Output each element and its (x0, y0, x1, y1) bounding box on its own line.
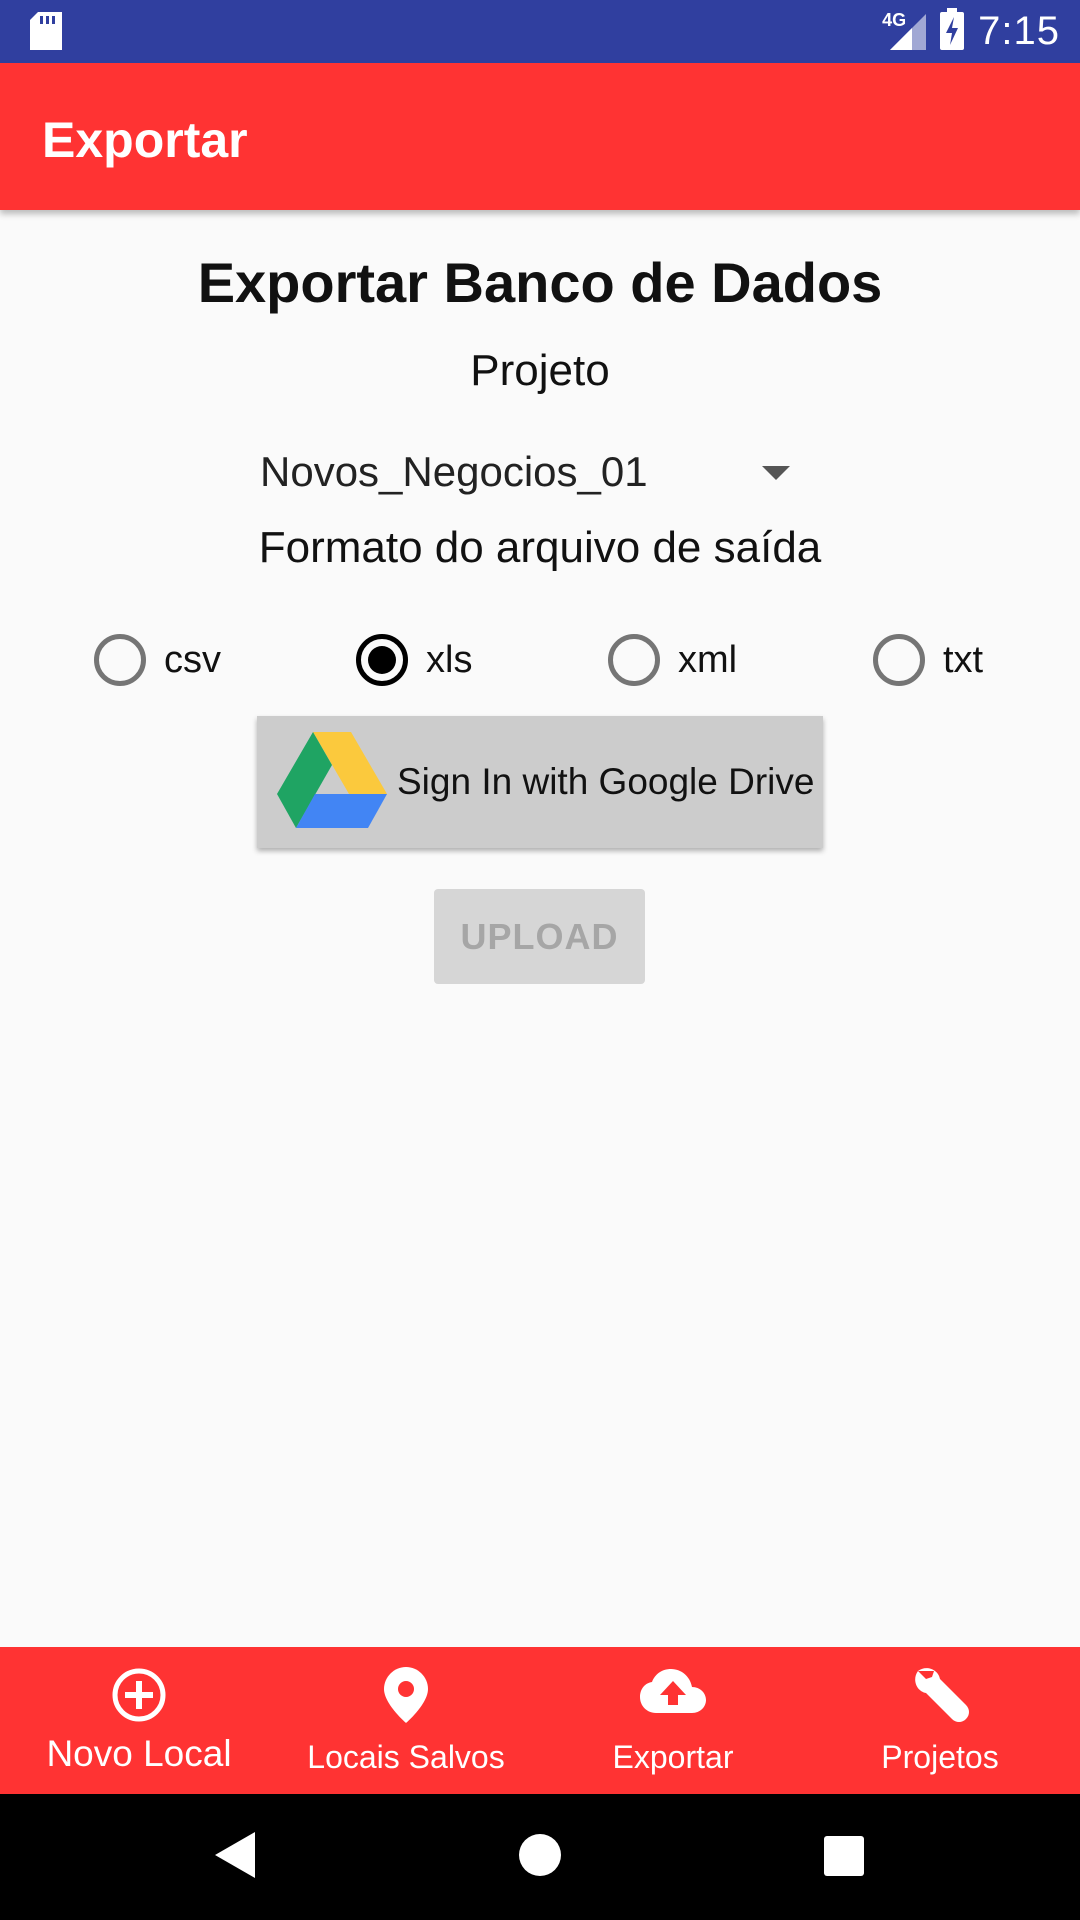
nav-item-label: Projetos (881, 1739, 999, 1775)
google-drive-icon (277, 731, 387, 833)
nav-item-locais-salvos[interactable]: Locais Salvos (271, 1647, 541, 1794)
battery-charging-icon (940, 8, 965, 55)
signal-icon: 4G (882, 10, 927, 54)
project-spinner[interactable]: Novos_Negocios_01 (240, 436, 800, 506)
app-bar-title: Exportar (42, 112, 248, 168)
nav-item-label: Novo Local (46, 1733, 232, 1774)
format-label: Formato do arquivo de saída (258, 523, 822, 572)
add-circle-icon (4, 1667, 274, 1723)
nav-item-label: Exportar (612, 1739, 734, 1775)
radio-circle (873, 634, 925, 686)
home-icon[interactable] (519, 1834, 561, 1881)
nav-item-label: Locais Salvos (307, 1739, 505, 1775)
page-title: Exportar Banco de Dados (197, 251, 883, 314)
app-bar: Exportar (0, 63, 1080, 210)
sd-card-icon (30, 12, 62, 55)
location-pin-icon (271, 1667, 541, 1723)
upload-button[interactable]: UPLOAD (434, 889, 645, 984)
radio-label: csv (164, 638, 221, 681)
google-drive-signin-button[interactable]: Sign In with Google Drive (257, 716, 823, 848)
nav-item-novo-local[interactable]: Novo Local (4, 1647, 274, 1794)
radio-xls[interactable]: xls (356, 620, 472, 700)
radio-label: xls (426, 638, 473, 681)
radio-label: xml (678, 638, 738, 681)
radio-label: txt (943, 638, 984, 681)
wrench-icon (805, 1667, 1075, 1727)
radio-xml[interactable]: xml (608, 620, 737, 700)
system-navigation-bar (0, 1794, 1080, 1920)
cloud-upload-icon (538, 1667, 808, 1717)
format-radio-group: csv xls xml txt (0, 620, 1080, 700)
clock: 7:15 (978, 9, 1060, 53)
project-label: Projeto (470, 346, 610, 395)
radio-txt[interactable]: txt (873, 620, 983, 700)
dropdown-arrow-icon (762, 466, 790, 480)
radio-csv[interactable]: csv (94, 620, 221, 700)
google-drive-button-label: Sign In with Google Drive (397, 761, 815, 802)
bottom-navigation: Novo Local Locais Salvos Exportar Projet… (0, 1647, 1080, 1794)
nav-item-exportar[interactable]: Exportar (538, 1647, 808, 1794)
radio-circle (94, 634, 146, 686)
export-content: Exportar Banco de Dados Projeto Novos_Ne… (0, 210, 1080, 1647)
radio-circle (608, 634, 660, 686)
project-spinner-value: Novos_Negocios_01 (260, 448, 648, 495)
radio-circle-checked (356, 634, 408, 686)
nav-item-projetos[interactable]: Projetos (805, 1647, 1075, 1794)
status-bar: 4G 7:15 (0, 0, 1080, 63)
recents-icon[interactable] (824, 1836, 864, 1881)
back-icon[interactable] (215, 1832, 255, 1883)
